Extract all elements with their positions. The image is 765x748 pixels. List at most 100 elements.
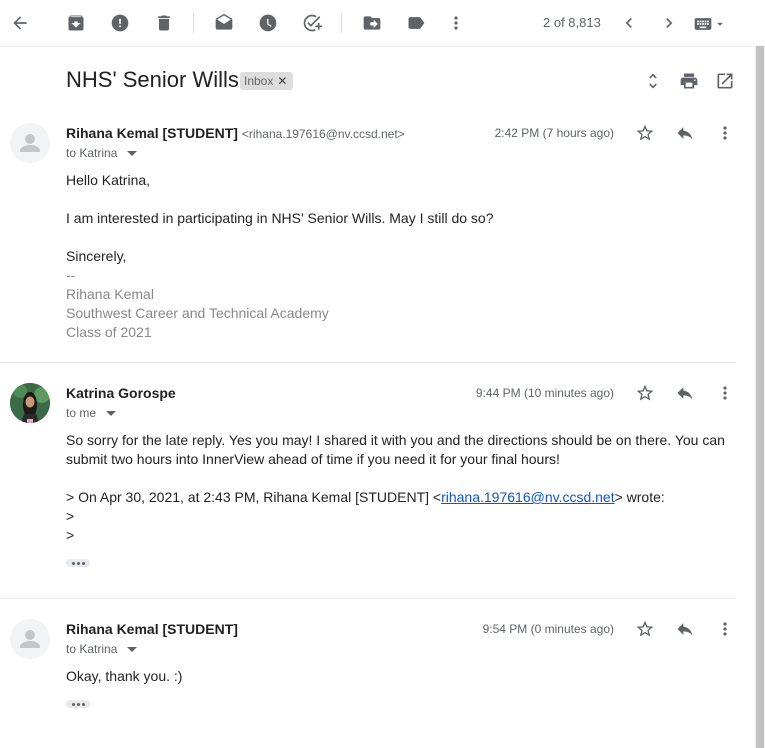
- message-time: 9:44 PM (10 minutes ago): [475, 386, 614, 400]
- reply-icon: [677, 127, 693, 140]
- reply-button[interactable]: [673, 381, 697, 405]
- caret-down-icon[interactable]: [127, 150, 138, 156]
- sender-name-text: Rihana Kemal [STUDENT]: [66, 125, 238, 141]
- message-counter: 2 of 8,813: [543, 15, 601, 30]
- thread-subject: NHS' Senior Wills: [66, 67, 239, 92]
- trash-icon: [158, 15, 170, 31]
- caret-down-icon[interactable]: [127, 646, 138, 652]
- older-button[interactable]: [649, 3, 689, 43]
- quoted-header: > On Apr 30, 2021, at 2:43 PM, Rihana Ke…: [66, 488, 734, 507]
- sender-name[interactable]: Rihana Kemal [STUDENT]: [66, 621, 238, 637]
- signature-line: Rihana Kemal: [66, 286, 154, 302]
- signature-line: Southwest Career and Technical Academy: [66, 305, 329, 321]
- back-button[interactable]: [0, 3, 40, 43]
- input-tools-button[interactable]: [693, 12, 733, 36]
- inbox-label-chip[interactable]: Inbox ✕: [240, 72, 294, 90]
- add-task-icon: [303, 14, 322, 32]
- dot: [76, 702, 80, 706]
- caret-down-icon[interactable]: [106, 410, 117, 416]
- show-trimmed-content-button[interactable]: [66, 700, 90, 708]
- message-body: Hello Katrina, I am interested in partic…: [66, 171, 734, 342]
- sender-name[interactable]: Rihana Kemal [STUDENT] <rihana.197616@nv.…: [66, 125, 405, 141]
- mail-open-icon: [215, 13, 233, 30]
- recipient-text: to me: [66, 406, 97, 420]
- more-vert-icon: [723, 386, 727, 400]
- star-button[interactable]: [633, 381, 657, 405]
- toolbar: 2 of 8,813: [0, 0, 765, 47]
- recipient-line[interactable]: to Katrina: [66, 642, 138, 656]
- add-task-button[interactable]: [292, 3, 332, 43]
- avatar[interactable]: [10, 123, 50, 163]
- message-time: 2:42 PM (7 hours ago): [494, 126, 614, 140]
- dot: [71, 561, 75, 565]
- reply-button[interactable]: [673, 121, 697, 145]
- more-message-actions-button[interactable]: [713, 381, 737, 405]
- quote-prefix: > On Apr 30, 2021, at 2:43 PM, Rihana Ke…: [66, 489, 442, 505]
- archive-icon: [68, 15, 84, 31]
- quote-suffix: > wrote:: [614, 489, 665, 505]
- recipient-text: to Katrina: [66, 146, 118, 160]
- move-to-folder-icon: [363, 16, 381, 30]
- signature-line: Class of 2021: [66, 324, 152, 340]
- dot: [76, 561, 80, 565]
- scrollbar-thumb[interactable]: [756, 46, 764, 748]
- dropdown-arrow-icon: [717, 22, 723, 26]
- more-vert-icon: [723, 126, 727, 140]
- email-link[interactable]: rihana.197616@nv.ccsd.net: [441, 489, 615, 505]
- avatar[interactable]: [10, 619, 50, 659]
- body-line: So sorry for the late reply. Yes you may…: [66, 432, 725, 467]
- signature-line: --: [66, 267, 76, 283]
- quoted-line: >: [66, 527, 75, 543]
- user-photo-icon: [10, 383, 50, 423]
- chevron-right-icon: [666, 18, 673, 28]
- star-outline-icon: [636, 124, 654, 141]
- clock-icon: [259, 14, 277, 32]
- body-line: Hello Katrina,: [66, 172, 151, 188]
- report-icon: [111, 14, 129, 32]
- reply-button[interactable]: [673, 617, 697, 641]
- chevron-left-icon: [625, 18, 632, 28]
- open-new-window-button[interactable]: [713, 69, 737, 93]
- body-line: Sincerely,: [66, 248, 127, 264]
- remove-label-icon[interactable]: ✕: [277, 74, 287, 88]
- show-trimmed-content-button[interactable]: [66, 559, 90, 567]
- move-to-button[interactable]: [352, 3, 392, 43]
- star-button[interactable]: [633, 121, 657, 145]
- more-actions-button[interactable]: [436, 3, 476, 43]
- arrow-back-icon: [13, 16, 27, 30]
- toolbar-divider: [193, 13, 194, 33]
- sender-email: <rihana.197616@nv.ccsd.net>: [241, 127, 405, 141]
- body-line: I am interested in participating in NHS'…: [66, 210, 494, 226]
- newer-button[interactable]: [609, 3, 649, 43]
- recipient-text: to Katrina: [66, 642, 118, 656]
- recipient-line[interactable]: to me: [66, 406, 117, 420]
- snooze-button[interactable]: [248, 3, 288, 43]
- unfold-more-icon: [649, 73, 657, 89]
- more-message-actions-button[interactable]: [713, 121, 737, 145]
- more-message-actions-button[interactable]: [713, 617, 737, 641]
- keyboard-icon: [694, 18, 712, 30]
- archive-button[interactable]: [56, 3, 96, 43]
- star-button[interactable]: [633, 617, 657, 641]
- star-outline-icon: [636, 620, 654, 637]
- message-time: 9:54 PM (0 minutes ago): [482, 622, 614, 636]
- avatar[interactable]: [10, 383, 50, 423]
- recipient-line[interactable]: to Katrina: [66, 146, 138, 160]
- print-icon: [680, 73, 698, 89]
- message-body: Okay, thank you. :): [66, 667, 734, 686]
- message-divider: [0, 598, 736, 599]
- sender-name[interactable]: Katrina Gorospe: [66, 385, 176, 401]
- toolbar-divider: [341, 13, 342, 33]
- labels-button[interactable]: [396, 3, 436, 43]
- report-spam-button[interactable]: [100, 3, 140, 43]
- scrollbar[interactable]: [755, 46, 765, 748]
- dot: [81, 702, 85, 706]
- sender-name-text: Rihana Kemal [STUDENT]: [66, 621, 238, 637]
- more-vert-icon: [723, 622, 727, 636]
- mark-unread-button[interactable]: [204, 3, 244, 43]
- delete-button[interactable]: [144, 3, 184, 43]
- print-all-button[interactable]: [677, 69, 701, 93]
- dot: [81, 561, 85, 565]
- dot: [71, 702, 75, 706]
- expand-all-button[interactable]: [641, 69, 665, 93]
